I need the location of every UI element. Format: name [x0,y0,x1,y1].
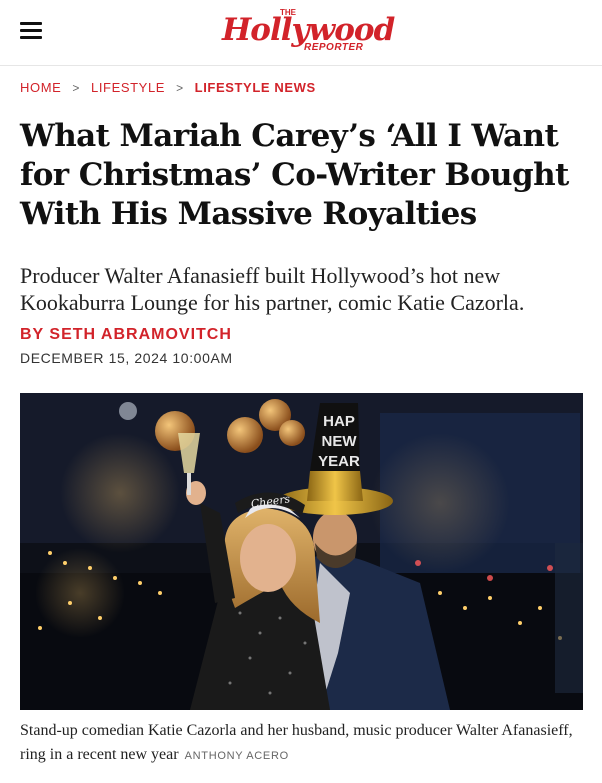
caption-text: Stand-up comedian Katie Cazorla and her … [20,722,573,763]
author-link[interactable]: SETH ABRAMOVITCH [49,326,232,343]
byline-prefix: BY [20,326,44,343]
logo-reporter: REPORTER [304,42,364,53]
breadcrumb-separator: > [72,80,81,95]
hat-text-line-1: HAP [323,413,355,430]
article-hero-image[interactable]: HAP NEW YEAR Cheers [20,393,583,710]
breadcrumb-lifestyle[interactable]: LIFESTYLE [91,80,165,95]
hero-photo-illustration: HAP NEW YEAR Cheers [20,393,583,710]
site-header: THE Hollywood REPORTER [0,0,602,66]
hamburger-menu-icon[interactable] [20,22,42,40]
breadcrumb-home[interactable]: HOME [20,80,61,95]
article-headline: What Mariah Carey’s ‘All I Want for Chri… [20,118,569,232]
breadcrumb-lifestyle-news[interactable]: LIFESTYLE NEWS [195,80,316,95]
site-logo[interactable]: THE Hollywood REPORTER [222,6,395,56]
byline: BY SETH ABRAMOVITCH [20,326,232,344]
breadcrumb-separator: > [176,80,184,95]
hat-text-line-3: YEAR [318,453,360,470]
publish-date: DECEMBER 15, 2024 10:00AM [20,350,233,366]
photo-caption: Stand-up comedian Katie Cazorla and her … [20,719,585,768]
breadcrumb: HOME > LIFESTYLE > LIFESTYLE NEWS [20,80,316,95]
article-dek: Producer Walter Afanasieff built Hollywo… [20,263,525,315]
photo-credit: ANTHONY ACERO [184,750,289,762]
hat-text-line-2: NEW [322,433,358,450]
